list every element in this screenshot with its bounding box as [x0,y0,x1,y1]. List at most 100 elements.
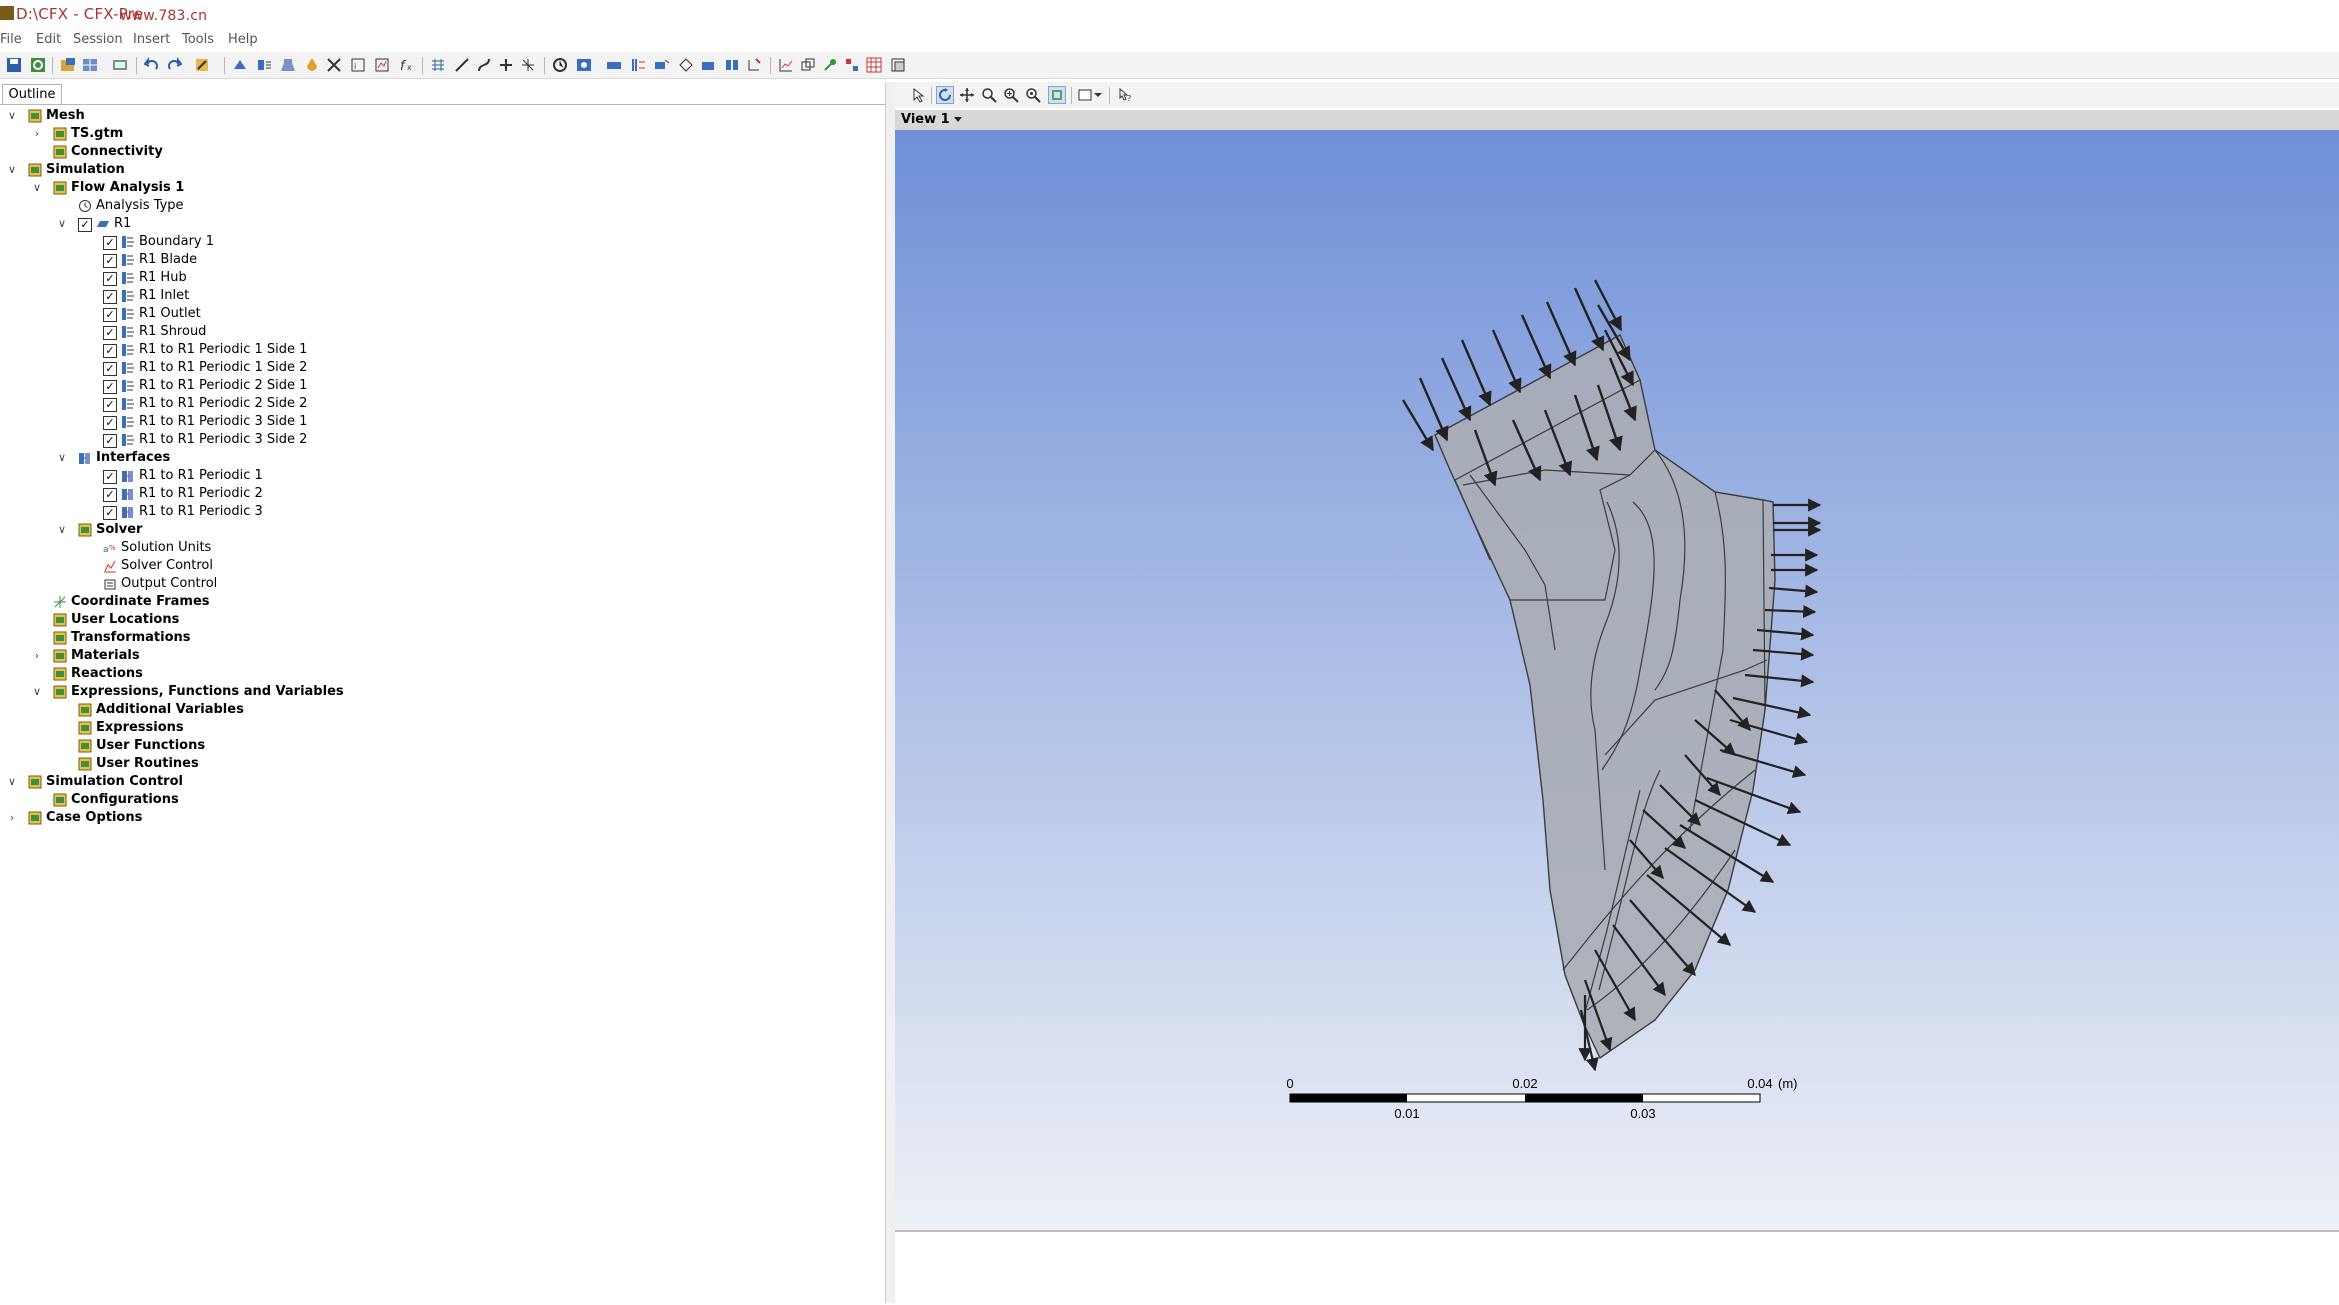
tree-item[interactable]: Reactions [0,665,880,683]
monitor-icon[interactable] [112,57,128,73]
tree-item[interactable]: Connectivity [0,143,880,161]
tree-item[interactable]: ∨ Flow Analysis 1 [0,179,880,197]
collapse-chevron-icon[interactable]: ∨ [56,449,68,467]
pick-tool-icon[interactable] [822,57,838,73]
tree-item[interactable]: ✓ R1 Shroud [0,323,880,341]
tree-item[interactable]: User Locations [0,611,880,629]
3d-viewport[interactable]: 0 0.02 0.04 (m) 0.01 0.03 [895,130,2339,1230]
source-point-icon[interactable] [304,57,320,73]
collapse-chevron-icon[interactable]: ∨ [6,773,18,791]
coordinate-frame-tool-icon[interactable] [520,57,536,73]
undo-icon[interactable] [144,57,160,73]
collapse-chevron-icon[interactable]: ∨ [31,683,43,701]
tree-item[interactable]: ✓ R1 to R1 Periodic 3 Side 2 [0,431,880,449]
collapse-chevron-icon[interactable]: ∨ [56,215,68,233]
tree-item[interactable]: ✓ R1 to R1 Periodic 2 Side 2 [0,395,880,413]
tree-item[interactable]: ∨ Solver [0,521,880,539]
help-pointer-icon[interactable]: ? [1117,87,1133,103]
layout-icon[interactable] [890,57,906,73]
fit-view-icon[interactable] [1048,86,1066,104]
rotation-tool-icon[interactable] [654,57,670,73]
tree-item[interactable]: ✓ R1 to R1 Periodic 3 [0,503,880,521]
tree-item[interactable]: ✓ R1 to R1 Periodic 1 [0,467,880,485]
copy-view-icon[interactable] [800,57,816,73]
expand-chevron-icon[interactable]: › [31,125,43,143]
tree-item[interactable]: User Routines [0,755,880,773]
visibility-checkbox[interactable]: ✓ [103,434,117,448]
tree-item[interactable]: ∨ Mesh [0,107,880,125]
tree-item[interactable]: › TS.gtm [0,125,880,143]
tree-item[interactable]: Solver Control [0,557,880,575]
tree-item[interactable]: ∨ Interfaces [0,449,880,467]
solid-region-icon[interactable] [700,57,716,73]
tree-item[interactable]: Output Control [0,575,880,593]
menu-insert[interactable]: Insert [133,32,170,47]
visibility-checkbox[interactable]: ✓ [103,308,117,322]
tree-item[interactable]: Transformations [0,629,880,647]
zoom-icon[interactable] [981,87,997,103]
expression-tool-icon[interactable]: fx [398,57,414,73]
tree-item[interactable]: Analysis Type [0,197,880,215]
tree-item[interactable]: User Functions [0,737,880,755]
import-mesh-icon[interactable] [60,57,76,73]
tree-item[interactable]: Coordinate Frames [0,593,880,611]
viewport-layout-icon[interactable] [1077,87,1093,103]
visibility-checkbox[interactable]: ✓ [103,344,117,358]
point-tool-icon[interactable] [498,57,514,73]
chevron-down-icon[interactable] [1093,87,1103,103]
subdomain-tool-icon[interactable] [280,57,296,73]
initialization-icon[interactable]: i [350,57,366,73]
visibility-checkbox[interactable]: ✓ [103,380,117,394]
tree-item[interactable]: Additional Variables [0,701,880,719]
visibility-checkbox[interactable]: ✓ [103,398,117,412]
view-dropdown-icon[interactable] [953,116,963,124]
expand-chevron-icon[interactable]: › [6,809,18,827]
visibility-checkbox[interactable]: ✓ [78,218,92,232]
rotate-icon[interactable] [936,86,954,104]
visibility-checkbox[interactable]: ✓ [103,236,117,250]
frame-change-icon[interactable] [746,57,762,73]
curve-tool-icon[interactable] [476,57,492,73]
zoom-box-icon[interactable] [1003,87,1019,103]
tree-item[interactable]: ∨ Simulation [0,161,880,179]
save-icon[interactable] [6,57,22,73]
tree-item[interactable]: ✓ R1 to R1 Periodic 2 [0,485,880,503]
tree-item[interactable]: ✓ R1 to R1 Periodic 2 Side 1 [0,377,880,395]
tree-item[interactable]: ✓ Boundary 1 [0,233,880,251]
visibility-checkbox[interactable]: ✓ [103,254,117,268]
visibility-checkbox[interactable]: ✓ [103,506,117,520]
tree-item[interactable]: ∨ Simulation Control [0,773,880,791]
tree-item[interactable]: Configurations [0,791,880,809]
interface-pair-icon[interactable] [724,57,740,73]
periodic-icon[interactable] [630,57,646,73]
menu-session[interactable]: Session [73,32,123,47]
visibility-checkbox[interactable]: ✓ [103,416,117,430]
line-tool-icon[interactable] [454,57,470,73]
tree-item[interactable]: › Case Options [0,809,880,827]
align-tool-icon[interactable] [844,57,860,73]
table-icon[interactable] [866,57,882,73]
collapse-chevron-icon[interactable]: ∨ [6,107,18,125]
tree-item[interactable]: ✓ R1 to R1 Periodic 1 Side 1 [0,341,880,359]
visibility-checkbox[interactable]: ✓ [103,362,117,376]
redo-icon[interactable] [166,57,182,73]
chart-tool-icon[interactable] [778,57,794,73]
mesh-connect-icon[interactable] [678,57,694,73]
collapse-chevron-icon[interactable]: ∨ [6,161,18,179]
menu-help[interactable]: Help [228,32,258,47]
timer-icon[interactable] [552,57,568,73]
tab-outline[interactable]: Outline [2,84,62,104]
tree-item[interactable]: › Materials [0,647,880,665]
visibility-checkbox[interactable]: ✓ [103,290,117,304]
tree-item[interactable]: ∨ ✓ R1 [0,215,880,233]
tree-item[interactable]: ✓ R1 Inlet [0,287,880,305]
visibility-checkbox[interactable]: ✓ [103,488,117,502]
visibility-checkbox[interactable]: ✓ [103,326,117,340]
refresh-icon[interactable] [30,57,46,73]
expand-chevron-icon[interactable]: › [31,647,43,665]
tree-item[interactable]: ✓ R1 to R1 Periodic 1 Side 2 [0,359,880,377]
visibility-checkbox[interactable]: ✓ [103,272,117,286]
solver-control-tool-icon[interactable] [374,57,390,73]
tree-item[interactable]: a% Solution Units [0,539,880,557]
mesh-adaption-icon[interactable] [430,57,446,73]
